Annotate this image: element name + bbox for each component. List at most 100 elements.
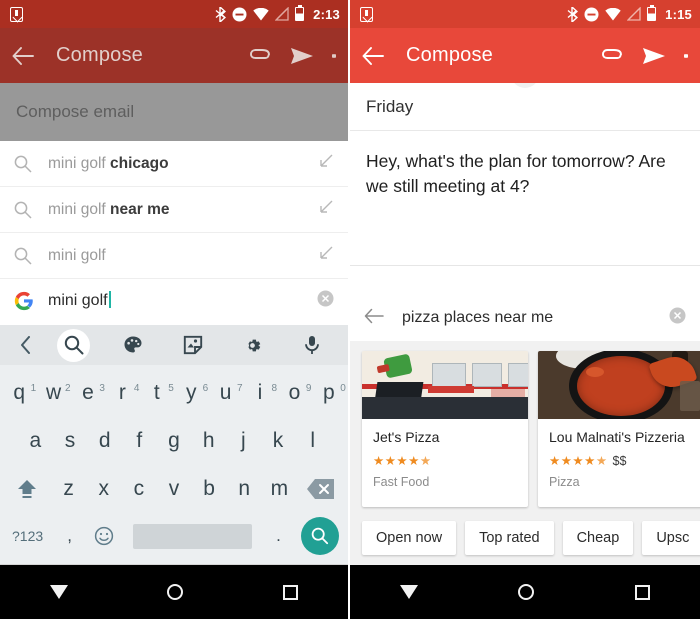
virtual-keyboard: 1q 2w 3e 4r 5t 6y 7u 8i 9o 0p a s d f g [0,325,348,565]
back-arrow-icon[interactable] [364,308,384,329]
key-f[interactable]: f [122,429,157,453]
go-button-circle [301,517,340,555]
result-card[interactable]: Jet's Pizza ★★★★★ Fast Food [362,351,528,507]
list-item[interactable]: mini golf chicago [0,141,348,187]
nav-recents-square-icon[interactable] [634,584,650,600]
keyboard-rows: 1q 2w 3e 4r 5t 6y 7u 8i 9o 0p a s d f g [0,365,348,565]
search-input-row[interactable]: mini golf [0,279,348,322]
shift-key[interactable] [2,477,51,501]
clear-icon[interactable] [669,307,686,329]
paperclip-icon[interactable] [250,46,272,66]
filter-chip-cheap[interactable]: Cheap [562,521,634,555]
send-icon[interactable] [290,46,314,66]
filter-chip-open-now[interactable]: Open now [362,521,457,555]
business-category: Fast Food [373,475,430,489]
key-v[interactable]: v [156,477,191,501]
nav-recents-square-icon[interactable] [283,584,299,600]
battery-icon [295,4,305,21]
filter-chip-top-rated[interactable]: Top rated [465,521,554,555]
symbols-key[interactable]: ?123 [2,528,53,544]
key-p[interactable]: 0p [312,381,346,405]
conversation-area: Friday Hey, what's the plan for tomorrow… [350,74,700,266]
list-item[interactable]: mini golf [0,233,348,279]
emoji-key[interactable] [86,526,123,546]
insert-arrow-icon[interactable] [318,199,334,220]
period-key[interactable]: . [262,526,295,546]
key-s[interactable]: s [53,429,88,453]
key-i[interactable]: 8i [243,381,277,405]
space-key[interactable] [123,523,262,549]
text-caret [108,291,111,308]
key-b[interactable]: b [192,477,227,501]
search-bar[interactable]: pizza places near me [350,295,700,342]
insert-arrow-icon[interactable] [318,245,334,266]
status-right-icons: 1:15 [567,4,692,22]
card-photo [538,351,700,420]
key-c[interactable]: c [121,477,156,501]
key-u[interactable]: 7u [208,381,243,405]
nav-back-triangle-icon[interactable] [49,585,68,599]
compose-email-field[interactable]: Compose email [0,83,348,141]
key-w[interactable]: 2w [36,381,71,405]
star-rating: ★★★★★ [549,454,608,468]
business-category: Pizza [549,475,580,489]
key-m[interactable]: m [262,477,297,501]
search-query[interactable]: pizza places near me [402,309,553,327]
search-go-key[interactable] [295,517,346,555]
key-z[interactable]: z [51,477,86,501]
suggestion-text: mini golf near me [48,200,170,218]
search-icon[interactable] [44,325,104,365]
key-t[interactable]: 5t [140,381,174,405]
key-a[interactable]: a [18,429,53,453]
send-icon[interactable] [642,46,666,66]
backspace-key[interactable] [297,478,346,500]
back-chevron-icon[interactable] [6,325,44,365]
palette-icon[interactable] [104,325,164,365]
android-nav-bar-left [0,565,348,619]
price-level: $$ [612,453,627,468]
card-info: Lou Malnati's Pizzeria ★★★★★ $$ Pizza [538,419,700,507]
mic-icon[interactable] [282,325,342,365]
wifi-icon [253,7,269,20]
key-k[interactable]: k [261,429,296,453]
key-y[interactable]: 6y [174,381,208,405]
message-text: Hey, what's the plan for tomorrow? Are w… [366,151,666,197]
key-g[interactable]: g [157,429,192,453]
overflow-menu-icon[interactable] [684,51,688,60]
nav-home-circle-icon[interactable] [167,584,184,600]
nav-back-triangle-icon[interactable] [400,585,419,599]
paperclip-icon[interactable] [602,46,624,66]
sticker-icon[interactable] [163,325,223,365]
key-n[interactable]: n [227,477,262,501]
deep-dish-pizza-photo [538,351,700,420]
battery-icon [647,4,657,21]
key-j[interactable]: j [226,429,261,453]
key-x[interactable]: x [86,477,121,501]
key-o[interactable]: 9o [277,381,312,405]
key-d[interactable]: d [87,429,122,453]
list-item[interactable]: mini golf near me [0,187,348,233]
comma-key[interactable]: , [53,526,86,546]
card-photo [362,351,528,420]
overflow-menu-icon[interactable] [332,51,336,60]
result-card[interactable]: Lou Malnati's Pizzeria ★★★★★ $$ Pizza [538,351,700,507]
keyboard-row-2: a s d f g h j k l [2,417,346,465]
gear-icon[interactable] [223,325,283,365]
key-h[interactable]: h [191,429,226,453]
nav-home-circle-icon[interactable] [518,584,535,600]
key-q[interactable]: 1q [2,381,36,405]
save-icon [10,6,23,22]
key-e[interactable]: 3e [71,381,105,405]
key-r[interactable]: 4r [105,381,140,405]
phone-screen-right: 1:15 Compose Friday Hey, what's the plan… [350,0,700,619]
bluetooth-icon [215,6,227,22]
key-l[interactable]: l [295,429,330,453]
back-arrow-icon[interactable] [362,46,384,65]
filter-chip-upscale[interactable]: Upsc [642,521,700,555]
compose-placeholder: Compose email [16,102,135,121]
search-input[interactable]: mini golf [48,291,111,310]
clear-icon[interactable] [317,290,334,312]
insert-arrow-icon[interactable] [318,153,334,174]
back-arrow-icon[interactable] [12,46,34,65]
status-left-icons [360,6,373,22]
